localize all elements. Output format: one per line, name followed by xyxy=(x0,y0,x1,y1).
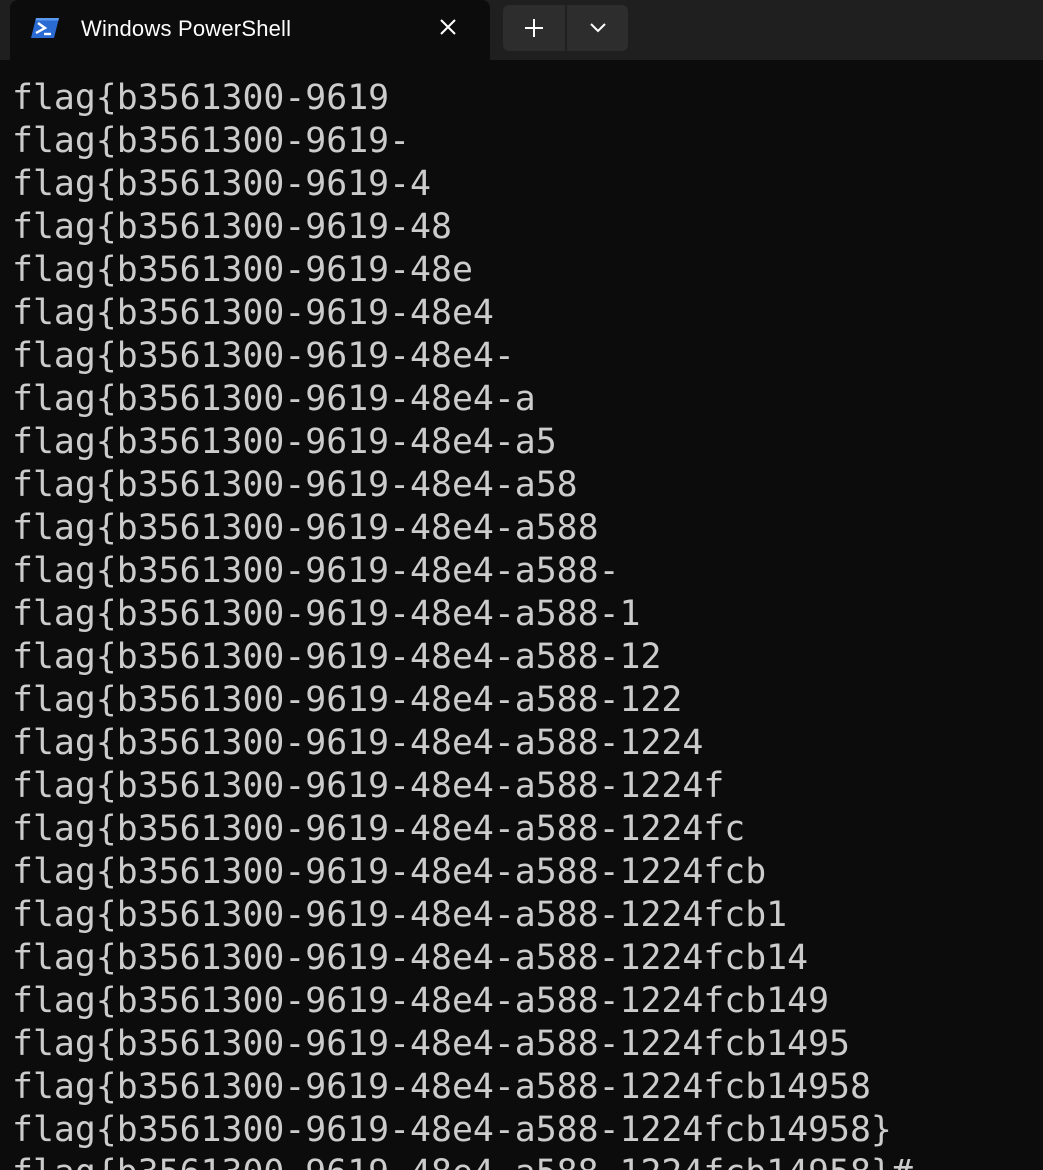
terminal-line: flag{b3561300-9619-48e4-a58 xyxy=(12,465,578,505)
terminal-line: flag{b3561300-9619-48e4-a588 xyxy=(12,508,599,548)
terminal-line: flag{b3561300-9619-48e4-a588-1224fcb1 xyxy=(12,895,788,935)
terminal-line: flag{b3561300-9619-48e4-a588-122 xyxy=(12,680,683,720)
plus-icon xyxy=(525,19,543,37)
terminal-output[interactable]: flag{b3561300-9619 flag{b3561300-9619- fla… xyxy=(0,60,1043,1170)
terminal-line: flag{b3561300-9619-48e4-a588-1 xyxy=(12,594,641,634)
close-icon[interactable] xyxy=(434,13,462,41)
terminal-line: flag{b3561300-9619-48e4-a xyxy=(12,379,536,419)
terminal-lines: flag{b3561300-9619 flag{b3561300-9619- fla… xyxy=(12,77,913,1170)
terminal-line: flag{b3561300-9619- xyxy=(12,121,411,161)
tab-actions xyxy=(503,5,628,51)
terminal-line: flag{b3561300-9619-48e4-a588-1224fcb1495… xyxy=(12,1067,871,1107)
powershell-icon xyxy=(30,16,60,40)
tab-title: Windows PowerShell xyxy=(81,16,292,41)
terminal-line: flag{b3561300-9619-48e4-a588-1224fc xyxy=(12,809,746,849)
terminal-line: flag{b3561300-9619-48e4-a588-1224 xyxy=(12,723,704,763)
terminal-line: flag{b3561300-9619-48e4-a588-1224f xyxy=(12,766,725,806)
terminal-line: flag{b3561300-9619-48e4-a588-1224fcb1495… xyxy=(12,1152,913,1170)
terminal-line: flag{b3561300-9619-48e4-a588- xyxy=(12,551,620,591)
terminal-line: flag{b3561300-9619-48e4-a588-1224fcb149 xyxy=(12,981,830,1021)
terminal-line: flag{b3561300-9619 xyxy=(12,78,390,118)
tab-dropdown-button[interactable] xyxy=(567,5,628,51)
terminal-line: flag{b3561300-9619-48e4-a5 xyxy=(12,422,557,462)
terminal-line: flag{b3561300-9619-48e4-a588-1224fcb1495 xyxy=(12,1024,850,1064)
terminal-line: flag{b3561300-9619-48e4 xyxy=(12,293,494,333)
terminal-line: flag{b3561300-9619-48e4-a588-1224fcb xyxy=(12,852,767,892)
terminal-line: flag{b3561300-9619-48e4-a588-12 xyxy=(12,637,662,677)
terminal-line: flag{b3561300-9619-48 xyxy=(12,207,452,247)
terminal-line: flag{b3561300-9619-48e4-a588-1224fcb14 xyxy=(12,938,809,978)
terminal-line: flag{b3561300-9619-48e4-a588-1224fcb1495… xyxy=(12,1110,892,1150)
title-bar: Windows PowerShell xyxy=(0,0,1043,60)
tab-windows-powershell[interactable]: Windows PowerShell xyxy=(10,0,490,60)
terminal-line: flag{b3561300-9619-48e4- xyxy=(12,336,515,376)
new-tab-button[interactable] xyxy=(503,5,565,51)
chevron-down-icon xyxy=(589,23,606,33)
terminal-line: flag{b3561300-9619-4 xyxy=(12,164,431,204)
terminal-line: flag{b3561300-9619-48e xyxy=(12,250,473,290)
